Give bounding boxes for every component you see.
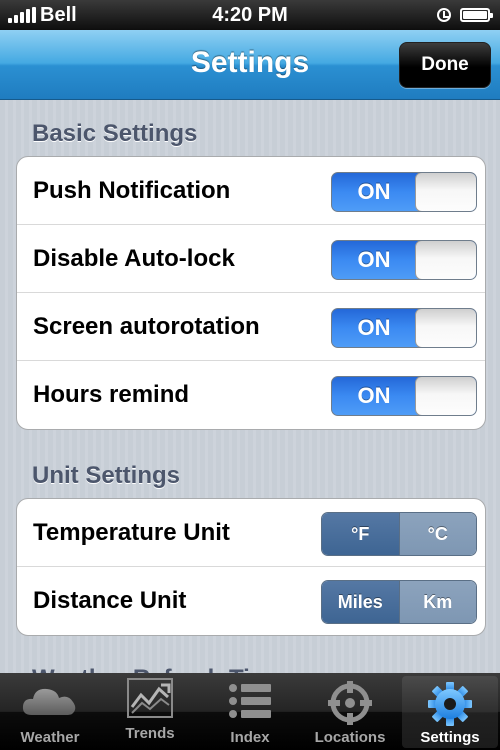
toggle-knob [415,173,476,211]
crosshair-icon [300,681,400,725]
toggle-state: ON [357,383,391,408]
toggle-state: ON [357,315,391,340]
unit-settings-group: Temperature Unit °F °C Distance Unit Mil… [16,498,486,636]
status-bar: Bell 4:20 PM [0,0,500,30]
segment-fahrenheit[interactable]: °F [322,513,399,555]
segment-miles[interactable]: Miles [322,581,399,623]
section-header-refresh: Weather Refresh Time [32,665,285,673]
setting-label: Screen autorotation [33,313,260,340]
toggle-state: ON [357,179,391,204]
setting-row-push-notification: Push Notification ON [17,157,485,225]
tab-label: Trends [125,725,175,742]
setting-label: Push Notification [33,177,231,204]
tab-bar: Weather Trends Index Locations Settings [0,673,500,750]
tab-label: Settings [420,729,480,746]
disable-auto-lock-toggle[interactable]: ON [331,240,477,280]
tab-index[interactable]: Index [200,673,300,750]
toggle-knob [415,377,476,415]
tab-weather[interactable]: Weather [0,673,100,750]
section-header-basic: Basic Settings [32,120,198,147]
section-header-unit: Unit Settings [32,462,180,489]
push-notification-toggle[interactable]: ON [331,172,477,212]
navigation-bar: Settings Done [0,30,500,100]
setting-row-hours-remind: Hours remind ON [17,361,485,429]
tab-label: Index [230,729,270,746]
setting-row-temperature-unit: Temperature Unit °F °C [17,499,485,567]
tab-label: Locations [314,729,386,746]
status-time: 4:20 PM [212,4,288,26]
setting-label: Hours remind [33,381,190,408]
battery-icon [460,8,493,22]
list-icon [200,681,300,725]
screen-autorotation-toggle[interactable]: ON [331,308,477,348]
cloud-icon [0,681,100,725]
basic-settings-group: Push Notification ON Disable Auto-lock O… [16,156,486,430]
distance-unit-segmented-control: Miles Km [321,580,477,624]
setting-label: Disable Auto-lock [33,245,235,272]
tab-label: Weather [20,729,80,746]
setting-row-screen-autorotation: Screen autorotation ON [17,293,485,361]
tab-locations[interactable]: Locations [300,673,400,750]
alarm-icon [437,8,451,22]
toggle-state: ON [357,247,391,272]
tab-settings[interactable]: Settings [402,676,498,748]
toggle-knob [415,241,476,279]
gear-icon [402,681,498,726]
setting-row-distance-unit: Distance Unit Miles Km [17,567,485,635]
setting-label: Distance Unit [33,587,187,614]
hours-remind-toggle[interactable]: ON [331,376,477,416]
segment-km[interactable]: Km [398,581,476,623]
tab-trends[interactable]: Trends [100,673,200,750]
done-button[interactable]: Done [399,42,491,88]
settings-content[interactable]: Basic Settings Push Notification ON Disa… [0,100,500,673]
setting-label: Temperature Unit [33,519,230,546]
toggle-knob [415,309,476,347]
setting-row-disable-auto-lock: Disable Auto-lock ON [17,225,485,293]
chart-icon [100,677,200,721]
temperature-unit-segmented-control: °F °C [321,512,477,556]
segment-celsius[interactable]: °C [398,513,476,555]
